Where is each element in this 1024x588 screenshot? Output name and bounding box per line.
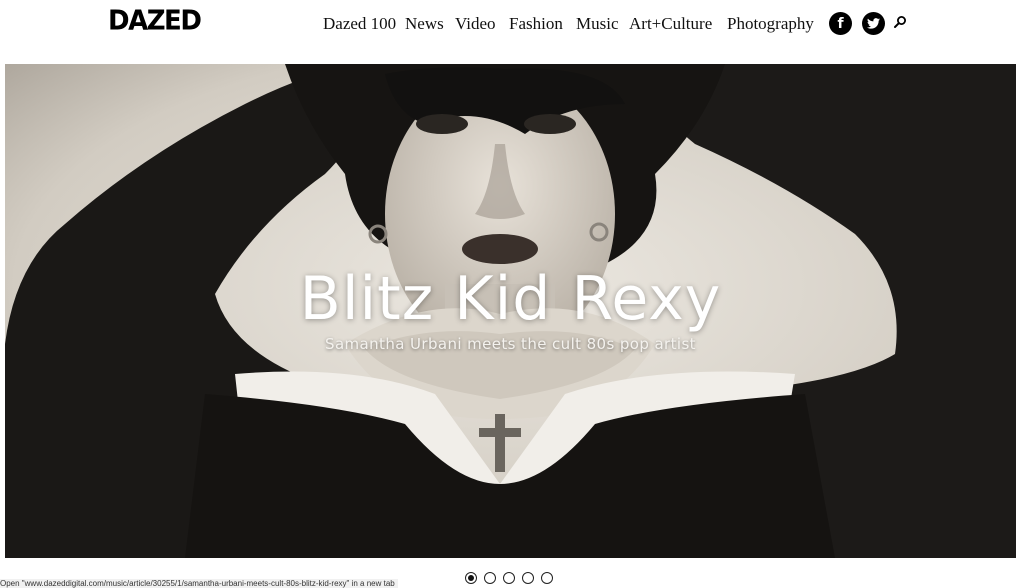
hero-subtitle[interactable]: Samantha Urbani meets the cult 80s pop a… (5, 335, 1016, 353)
dazed-logo[interactable]: DAZED (108, 6, 202, 35)
facebook-icon: f (837, 15, 844, 32)
carousel-dot-3[interactable] (503, 572, 515, 584)
twitter-button[interactable] (862, 12, 885, 35)
nav-item-video[interactable]: Video (455, 13, 496, 35)
site-header: DAZED Dazed 100 News Video Fashion Music… (0, 0, 1024, 50)
nav-item-dazed-100[interactable]: Dazed 100 (323, 13, 396, 35)
status-bar-url: Open "www.dazeddigital.com/music/article… (0, 579, 398, 588)
carousel-dot-4[interactable] (522, 572, 534, 584)
nav-item-music[interactable]: Music (576, 13, 619, 35)
hero-title[interactable]: Blitz Kid Rexy (5, 264, 1016, 334)
nav-item-fashion[interactable]: Fashion (509, 13, 563, 35)
nav-item-news[interactable]: News (405, 13, 444, 35)
facebook-button[interactable]: f (829, 12, 852, 35)
carousel-dot-1[interactable] (465, 572, 477, 584)
carousel-dot-5[interactable] (541, 572, 553, 584)
carousel-dot-2[interactable] (484, 572, 496, 584)
twitter-icon (867, 18, 880, 29)
hero-slide[interactable]: Blitz Kid Rexy Samantha Urbani meets the… (5, 64, 1016, 558)
nav-item-photography[interactable]: Photography (727, 13, 814, 35)
search-icon[interactable] (893, 15, 907, 29)
nav-item-art-culture[interactable]: Art+Culture (629, 13, 712, 35)
